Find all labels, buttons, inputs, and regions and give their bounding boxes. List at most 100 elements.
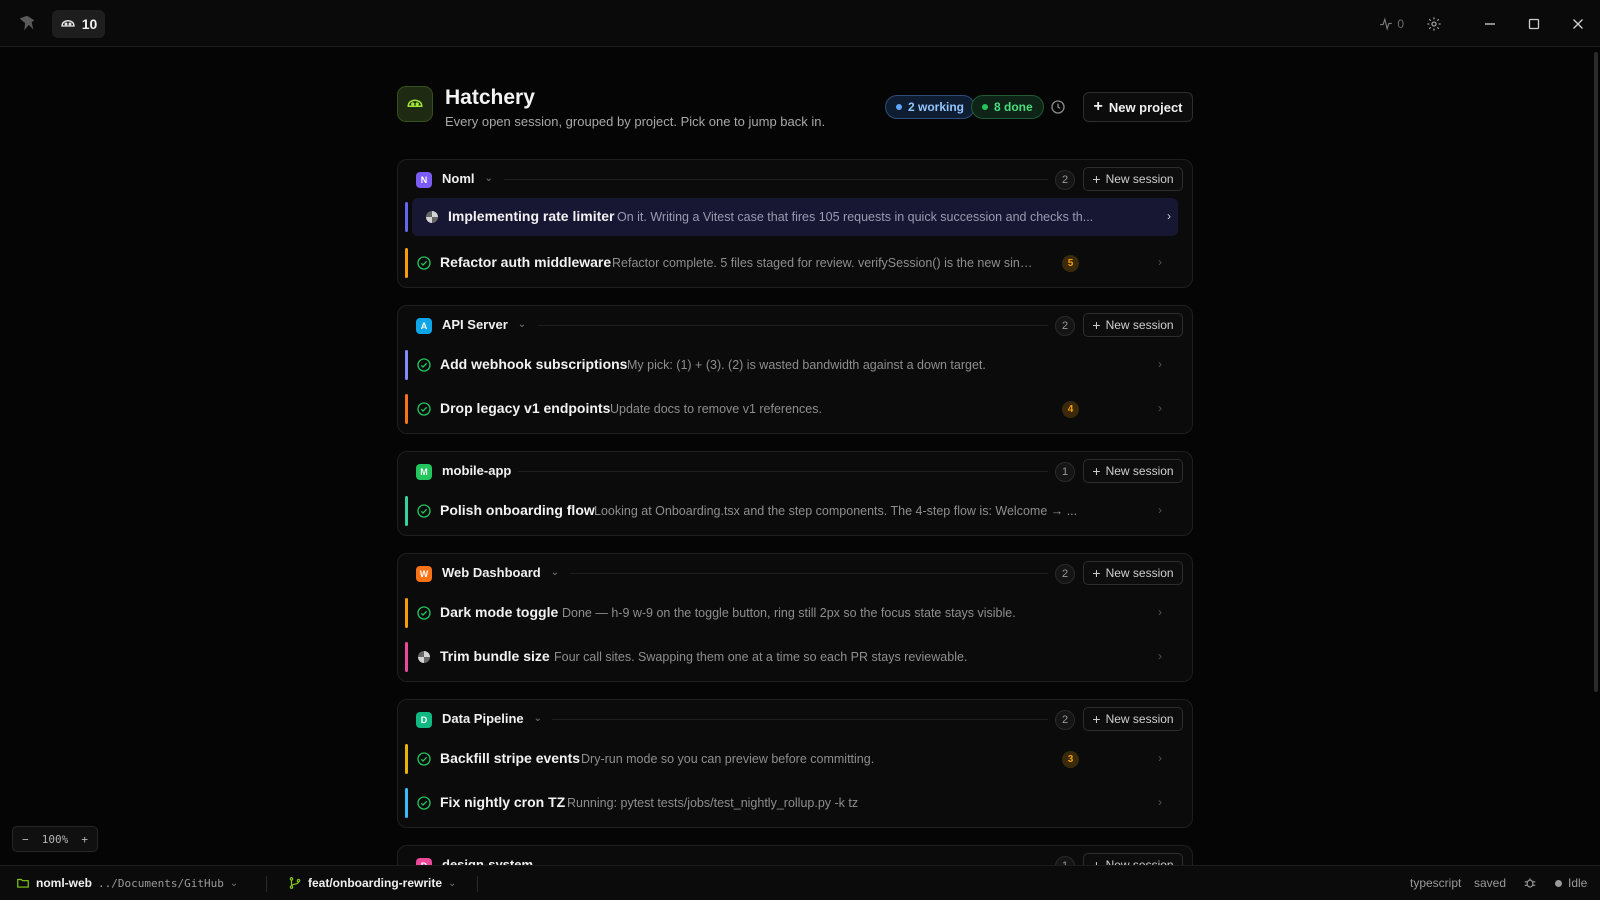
hatchery-button[interactable]: 10 xyxy=(52,10,105,38)
session-accent-bar xyxy=(405,744,408,774)
session-accent-bar xyxy=(405,788,408,818)
plus-icon: + xyxy=(1092,565,1101,581)
history-icon[interactable] xyxy=(1050,99,1066,115)
session-description: On it. Writing a Vitest case that fires … xyxy=(617,210,1094,224)
chevron-right-icon: › xyxy=(1158,795,1162,809)
check-circle-icon xyxy=(416,401,432,417)
status-bar: noml-web ../Documents/GitHub ⌄ feat/onbo… xyxy=(0,865,1600,900)
project-name[interactable]: API Server ⌄ xyxy=(442,317,526,332)
new-session-button[interactable]: + New session xyxy=(1083,459,1183,483)
project-name-label: Noml xyxy=(442,171,475,186)
hatchery-logo-icon xyxy=(397,86,433,122)
chevron-right-icon: › xyxy=(1158,357,1162,371)
project-group: N Noml ⌄ 2 + New session Implementing rate lim… xyxy=(397,159,1193,288)
session-row[interactable]: Fix nightly cron TZ Running: pytest tests… xyxy=(398,782,1192,826)
chevron-down-icon[interactable]: ⌄ xyxy=(551,567,559,578)
check-circle-icon xyxy=(416,255,432,271)
project-name[interactable]: Data Pipeline ⌄ xyxy=(442,711,542,726)
chevron-right-icon: › xyxy=(1158,605,1162,619)
project-switcher[interactable]: noml-web ../Documents/GitHub ⌄ xyxy=(16,876,238,890)
activity-indicator[interactable]: 0 xyxy=(1379,17,1404,31)
minimize-button[interactable] xyxy=(1468,0,1512,47)
session-title: Refactor auth middleware xyxy=(440,254,612,270)
chevron-right-icon: › xyxy=(1158,255,1162,269)
new-session-button[interactable]: + New session xyxy=(1083,561,1183,585)
session-accent-bar xyxy=(405,496,408,526)
branch-name: feat/onboarding-rewrite xyxy=(308,876,443,890)
new-session-label: New session xyxy=(1105,172,1174,186)
session-row[interactable]: Implementing rate limiter On it. Writing … xyxy=(398,198,1192,242)
project-name[interactable]: mobile-app xyxy=(442,463,511,478)
working-dot-icon xyxy=(896,104,902,110)
divider xyxy=(266,876,267,892)
unread-badge: 5 xyxy=(1062,255,1079,272)
git-branch-icon xyxy=(289,877,301,889)
app-logo-icon xyxy=(19,15,35,31)
session-description: Running: pytest tests/jobs/test_nightly_… xyxy=(567,796,859,810)
project-badge: W xyxy=(416,566,432,582)
new-session-button[interactable]: + New session xyxy=(1083,167,1183,191)
project-group: A API Server ⌄ 2 + New session Add webhook sub… xyxy=(397,305,1193,434)
new-session-button[interactable]: + New session xyxy=(1083,707,1183,731)
session-title: Polish onboarding flow xyxy=(440,502,595,518)
done-filter-pill[interactable]: 8 done xyxy=(971,95,1044,119)
session-row[interactable]: Refactor auth middleware Refactor complet… xyxy=(398,242,1192,286)
bug-icon xyxy=(1524,878,1536,888)
session-title: Add webhook subscriptions xyxy=(440,356,628,372)
idle-dot-icon xyxy=(1555,879,1562,887)
project-badge: M xyxy=(416,464,432,480)
save-status: saved xyxy=(1474,876,1506,890)
plus-icon: + xyxy=(1092,171,1101,187)
session-row[interactable]: Add webhook subscriptions My pick: (1) + … xyxy=(398,344,1192,388)
language-indicator[interactable]: typescript xyxy=(1410,876,1461,890)
session-title: Implementing rate limiter xyxy=(448,208,615,224)
project-group: Mmobile-app 1 + New session Polish onboardin… xyxy=(397,451,1193,536)
scrollbar[interactable] xyxy=(1594,52,1598,692)
session-row[interactable]: Dark mode toggle Done — h-9 w-9 on the to… xyxy=(398,592,1192,636)
session-row[interactable]: Drop legacy v1 endpoints Update docs to r… xyxy=(398,388,1192,432)
title-bar: 10 0 xyxy=(0,0,1600,47)
zoom-level: 100% xyxy=(41,832,69,846)
project-group: W Web Dashboard ⌄ 2 + New session Dark mode to… xyxy=(397,553,1193,682)
chevron-right-icon: › xyxy=(1158,751,1162,765)
project-name[interactable]: Web Dashboard ⌄ xyxy=(442,565,559,580)
project-name-label: Web Dashboard xyxy=(442,565,541,580)
project-group-header: N Noml ⌄ 2 + New session xyxy=(398,160,1192,198)
project-group: D Data Pipeline ⌄ 2 + New session Backfill str… xyxy=(397,699,1193,828)
working-filter-pill[interactable]: 2 working xyxy=(885,95,976,119)
project-name: noml-web xyxy=(36,876,92,890)
project-group-header: D Data Pipeline ⌄ 2 + New session xyxy=(398,700,1192,738)
project-group-header: Mmobile-app 1 + New session xyxy=(398,452,1192,490)
chevron-down-icon[interactable]: ⌄ xyxy=(534,713,542,724)
chevron-down-icon[interactable]: ⌄ xyxy=(485,173,493,184)
gear-icon xyxy=(1427,16,1441,31)
chevron-right-icon: › xyxy=(1158,401,1162,415)
project-name[interactable]: Noml ⌄ xyxy=(442,171,493,186)
zoom-out-button[interactable]: − xyxy=(22,833,29,846)
close-button[interactable] xyxy=(1556,0,1600,47)
new-session-button[interactable]: + New session xyxy=(1083,313,1183,337)
spinner-icon xyxy=(416,649,432,665)
hatch-count: 10 xyxy=(81,16,98,32)
session-title: Dark mode toggle xyxy=(440,604,559,620)
session-row[interactable]: Polish onboarding flow Looking at Onboard… xyxy=(398,490,1192,534)
debug-button[interactable] xyxy=(1523,876,1537,890)
header-divider xyxy=(552,719,1048,720)
session-title: Fix nightly cron TZ xyxy=(440,794,566,810)
session-count: 2 xyxy=(1055,170,1075,190)
branch-switcher[interactable]: feat/onboarding-rewrite ⌄ xyxy=(288,876,456,890)
settings-button[interactable] xyxy=(1426,16,1442,32)
project-name-label: Data Pipeline xyxy=(442,711,524,726)
new-project-button[interactable]: + New project xyxy=(1083,92,1193,122)
maximize-button[interactable] xyxy=(1512,0,1556,47)
session-row[interactable]: Backfill stripe events Dry-run mode so yo… xyxy=(398,738,1192,782)
divider xyxy=(477,876,478,892)
chevron-down-icon[interactable]: ⌄ xyxy=(518,319,526,330)
session-title: Drop legacy v1 endpoints xyxy=(440,400,611,416)
page-header: Hatchery Every open session, grouped by … xyxy=(397,86,1193,132)
zoom-in-button[interactable]: + xyxy=(81,833,88,846)
session-accent-bar xyxy=(405,248,408,278)
session-row[interactable]: Trim bundle size Four call sites. Swappin… xyxy=(398,636,1192,680)
run-status-label: Idle xyxy=(1568,876,1588,890)
folder-icon xyxy=(17,878,29,888)
